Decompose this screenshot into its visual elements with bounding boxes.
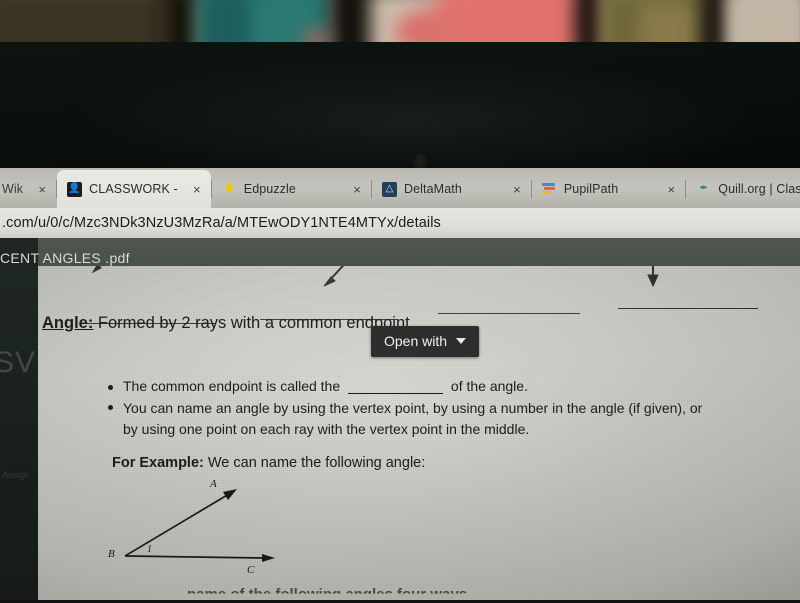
close-icon[interactable]: × — [351, 182, 363, 197]
background-black-bar-2 — [330, 0, 370, 46]
angle-definition-heading: Angle: Formed by 2 rays with a common en… — [42, 314, 414, 333]
background-pink-object-2 — [395, 10, 455, 46]
background-dark-left — [0, 0, 170, 46]
annotation-arrow-left — [323, 266, 345, 287]
close-icon[interactable]: × — [191, 182, 203, 197]
bullet-1-after-blank: of the angle. — [450, 378, 528, 394]
bullet-point-icon — [108, 405, 113, 410]
bullet-1-text: The common endpoint is called the of the… — [123, 378, 528, 394]
pdf-file-name: CENT ANGLES .pdf — [0, 250, 130, 266]
deltamath-icon: △ — [382, 181, 397, 197]
background-black-bar-3 — [575, 0, 603, 46]
edpuzzle-icon: ⬢ — [224, 183, 234, 194]
angle-heading-definition: Formed by 2 rays with a common endpoint. — [93, 314, 415, 332]
angle-number-label: 1 — [147, 544, 152, 555]
close-icon[interactable]: × — [665, 182, 677, 197]
tab-title: Quill.org | Clas — [718, 182, 800, 196]
angle-heading-term: Angle: — [42, 314, 94, 332]
angle-diagram: A B C 1 — [105, 478, 295, 578]
browser-tab-deltamath[interactable]: △ DeltaMath × — [372, 170, 531, 208]
open-with-label: Open with — [384, 333, 448, 349]
pupilpath-icon — [541, 182, 557, 197]
rail-ghost-text: SV — [0, 346, 37, 379]
caret-down-icon — [456, 338, 467, 344]
rail-ghost-text-secondary: Assign — [2, 470, 30, 480]
quill-icon: ✒ — [699, 183, 708, 194]
background-black-bar-4 — [700, 0, 730, 46]
for-example-label: For Example: — [112, 455, 204, 471]
background-wall-right — [728, 0, 800, 46]
open-with-button[interactable]: Open with — [371, 326, 480, 357]
tab-title: CLASSWORK - — [89, 182, 178, 196]
annotation-arrow-small — [91, 266, 102, 274]
for-example-line: For Example: We can name the following a… — [112, 455, 425, 471]
laptop-bezel — [0, 42, 800, 172]
annotation-arrow-down — [647, 266, 659, 288]
bullet-1-before-blank: The common endpoint is called the — [123, 378, 341, 394]
browser-tab-wikipedia[interactable]: Wik × — [0, 170, 56, 208]
address-bar[interactable]: .com/u/0/c/Mzc3NDk3NzU3MzRa/a/MTEwODY1NT… — [0, 208, 800, 238]
close-icon[interactable]: × — [511, 182, 523, 197]
document-bullet-2: You can name an angle by using the verte… — [108, 398, 778, 440]
room-background-photo — [0, 0, 800, 46]
bullet-point-icon — [108, 385, 113, 390]
google-classroom-icon: 👤 — [67, 181, 83, 197]
url-text: .com/u/0/c/Mzc3NDk3NzU3MzRa/a/MTEwODY1NT… — [2, 215, 441, 231]
for-example-text: We can name the following angle: — [203, 455, 426, 471]
blank-line-3 — [438, 313, 580, 314]
background-black-bar-1 — [160, 0, 200, 46]
close-icon[interactable]: × — [36, 182, 48, 197]
tab-title: Edpuzzle — [243, 182, 296, 196]
bullet-2-line-2: by using one point on each ray with the … — [123, 421, 530, 437]
angle-label-c: C — [247, 564, 255, 576]
tab-title: DeltaMath — [404, 182, 462, 196]
bullet-2-line-1: You can name an angle by using the verte… — [123, 400, 703, 416]
document-bullet-1: The common endpoint is called the of the… — [108, 378, 708, 394]
angle-label-b: B — [108, 548, 115, 560]
classroom-left-rail: SV Assign — [0, 238, 38, 600]
browser-tab-classwork[interactable]: 👤 CLASSWORK - × — [57, 170, 211, 208]
browser-tab-edpuzzle[interactable]: ⬢ Edpuzzle × — [212, 170, 371, 208]
browser-tab-pupilpath[interactable]: PupilPath × — [532, 170, 685, 208]
tab-title: PupilPath — [563, 182, 619, 196]
blank-line-4 — [618, 308, 758, 309]
bullet-2-text: You can name an angle by using the verte… — [123, 398, 702, 440]
browser-tab-strip: Wik × 👤 CLASSWORK - × ⬢ Edpuzzle × △ Del… — [0, 168, 800, 208]
angle-diagram-svg — [124, 489, 275, 562]
tab-title: Wik — [2, 182, 24, 196]
angle-label-a: A — [210, 478, 217, 490]
fill-in-blank-inline — [348, 381, 444, 394]
browser-tab-quill[interactable]: ✒ Quill.org | Clas × — [686, 170, 800, 208]
